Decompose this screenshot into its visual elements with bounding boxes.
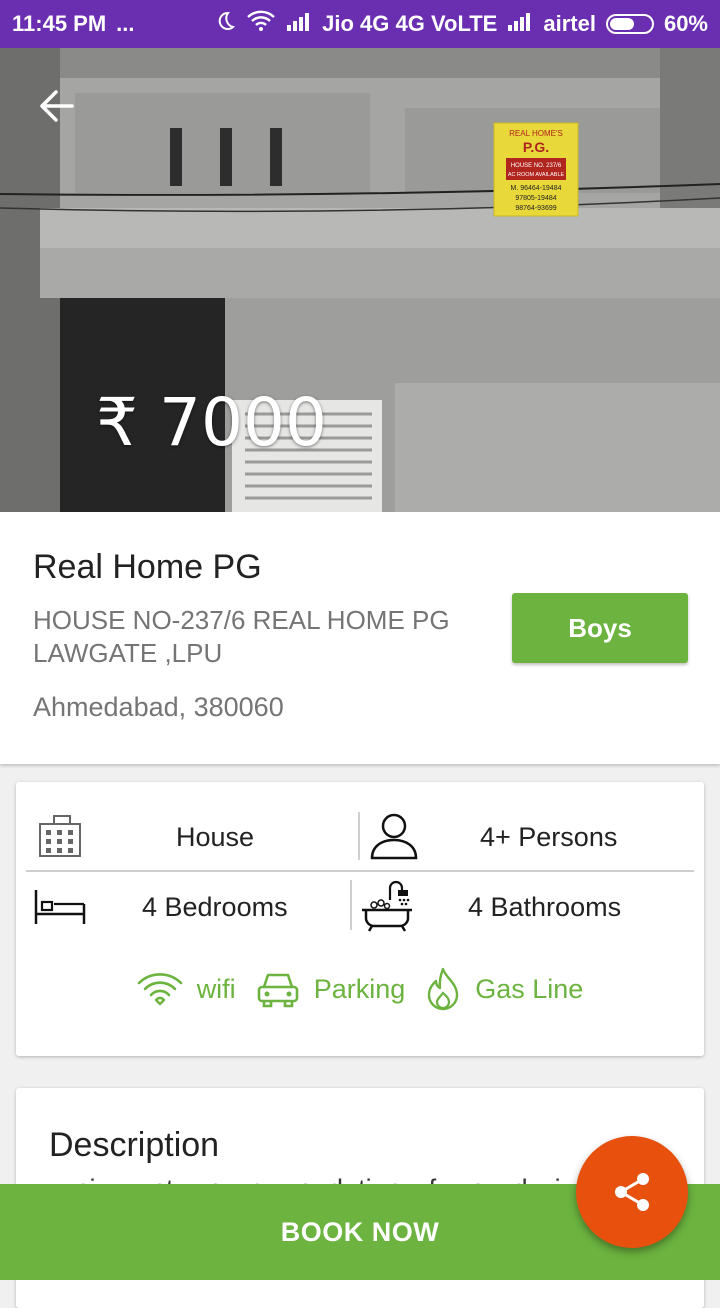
listing-title: Real Home PG bbox=[33, 548, 262, 586]
bathtub-icon bbox=[360, 880, 414, 937]
share-icon bbox=[615, 1173, 649, 1211]
battery-percent: 60% bbox=[663, 11, 708, 36]
carrier-2: airtel bbox=[543, 11, 596, 36]
signal-icon bbox=[286, 11, 312, 37]
car-icon bbox=[257, 973, 298, 1008]
listing-photo: REAL HOME'S P.G. HOUSE NO. 237/6 AC ROOM… bbox=[0, 48, 720, 512]
sign-text: 98764-93699 bbox=[515, 205, 556, 212]
share-button[interactable] bbox=[576, 1136, 688, 1248]
sign-text: HOUSE NO. 237/6 bbox=[511, 163, 562, 169]
moon-icon bbox=[214, 10, 236, 38]
status-time: 11:45 PM bbox=[12, 11, 107, 36]
sign-text: M. 96464-19484 bbox=[511, 185, 562, 192]
divider bbox=[350, 880, 352, 930]
description-title: Description bbox=[49, 1126, 220, 1164]
bed-icon bbox=[34, 886, 86, 931]
listing-summary-card: Real Home PG HOUSE NO-237/6 REAL HOME PG… bbox=[0, 512, 720, 764]
divider bbox=[358, 812, 360, 860]
battery-icon bbox=[605, 14, 654, 34]
sign-text: P.G. bbox=[523, 139, 549, 155]
sign-text: 97805-19484 bbox=[515, 195, 556, 202]
listing-city: Ahmedabad, 380060 bbox=[33, 692, 284, 722]
building-icon bbox=[38, 814, 82, 863]
wifi-icon bbox=[137, 973, 182, 1006]
amenity-gas-line: Gas Line bbox=[425, 967, 583, 1011]
sign-text: AC ROOM AVAILABLE bbox=[508, 172, 565, 178]
listing-address: HOUSE NO-237/6 REAL HOME PG LAWGATE ,LPU bbox=[33, 605, 450, 668]
gender-badge-button[interactable]: Boys bbox=[512, 593, 688, 663]
wifi-status-icon bbox=[246, 10, 276, 38]
bedrooms: 4 Bedrooms bbox=[142, 892, 288, 922]
amenity-wifi-label: wifi bbox=[196, 973, 236, 1004]
amenity-gas-label: Gas Line bbox=[475, 973, 584, 1004]
status-more-dots: ... bbox=[116, 11, 135, 36]
sign-text: REAL HOME'S bbox=[509, 129, 563, 138]
person-icon bbox=[368, 810, 420, 867]
price-label: ₹ 7000 bbox=[96, 384, 327, 461]
signal-icon bbox=[507, 11, 533, 37]
carrier-1: Jio 4G 4G VoLTE bbox=[322, 11, 498, 36]
property-type: House bbox=[176, 822, 255, 852]
amenities-row: wifi Parking Gas Line bbox=[16, 964, 704, 1014]
back-button[interactable] bbox=[36, 86, 76, 126]
bathrooms: 4 Bathrooms bbox=[468, 892, 622, 922]
row-divider bbox=[26, 870, 694, 872]
amenity-parking-label: Parking bbox=[313, 973, 406, 1004]
arrow-left-icon bbox=[40, 90, 74, 122]
flame-icon bbox=[428, 967, 459, 1011]
status-bar: 11:45 PM ... Jio 4G 4G VoLTE airtel 60% bbox=[0, 0, 720, 48]
amenity-wifi: wifi bbox=[137, 971, 236, 1007]
amenity-parking: Parking bbox=[256, 969, 406, 1009]
features-card: House 4+ Persons 4 Bedrooms 4 Bathrooms bbox=[16, 782, 704, 1056]
occupancy: 4+ Persons bbox=[480, 822, 618, 852]
